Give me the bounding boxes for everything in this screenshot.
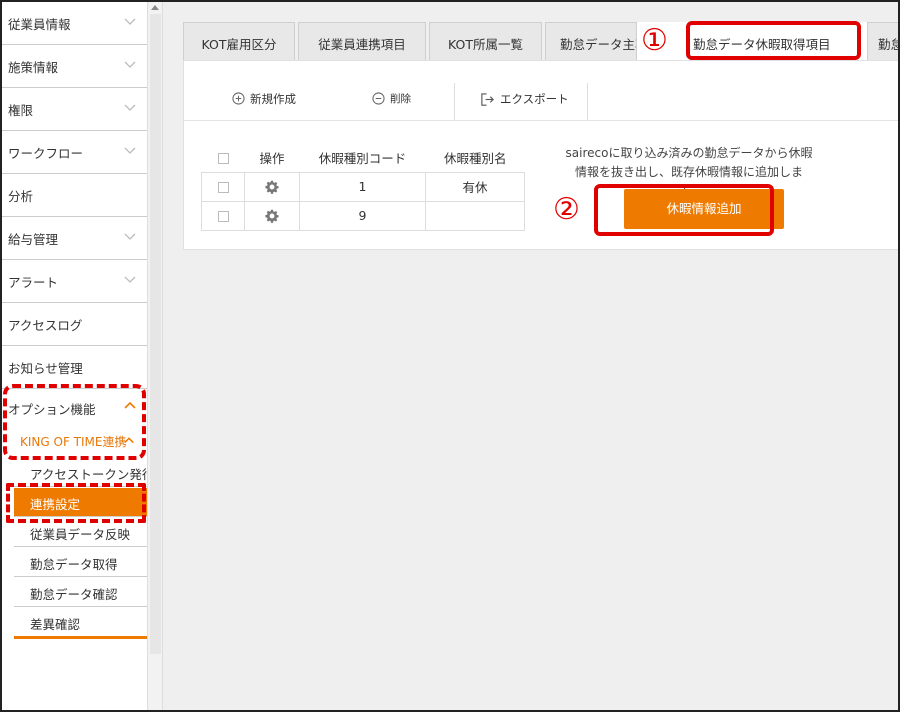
chevron-down-icon [124, 147, 136, 154]
description-line: sairecoに取り込み済みの勤怠データから休暇 [565, 146, 813, 160]
delete-button[interactable]: 削除 [364, 83, 454, 121]
leave-type-table: 操作 休暇種別コード 休暇種別名 1 有休 9 [201, 144, 525, 231]
plus-circle-icon [232, 92, 245, 105]
sidebar-item-access-log[interactable]: アクセスログ [2, 303, 147, 346]
minus-circle-icon [372, 92, 385, 105]
select-all-checkbox[interactable] [217, 153, 229, 165]
annotation-highlight-button [594, 184, 774, 236]
table-row: 1 有休 [201, 171, 525, 202]
sidebar-item-label: 従業員情報 [8, 17, 71, 32]
sidebar-item-label: 分析 [8, 189, 34, 204]
sidebar-item-analytics[interactable]: 分析 [2, 174, 147, 217]
sidebar-item-label: アクセスログ [8, 318, 83, 333]
sidebar-item-employee-info[interactable]: 従業員情報 [2, 2, 147, 45]
sidebar-item-label: 権限 [8, 103, 34, 118]
sidebar-subitem-label: アクセストークン発行 [30, 467, 147, 482]
tab-label: 従業員連携項目 [318, 37, 406, 52]
tab-label: KOT所属一覧 [448, 37, 523, 52]
scroll-thumb[interactable] [150, 14, 161, 654]
sidebar-item-label: 施策情報 [8, 60, 59, 75]
export-button[interactable]: エクスポート [464, 83, 584, 121]
sidebar-subitem-label: 勤怠データ確認 [30, 587, 118, 602]
sidebar-item-payroll[interactable]: 給与管理 [2, 217, 147, 260]
chevron-down-icon [124, 104, 136, 111]
export-icon [481, 93, 494, 106]
sidebar: 従業員情報 施策情報 権限 ワークフロー 分析 給与管理 アラート アクセスログ [2, 2, 147, 710]
column-header: 操作 [244, 144, 300, 173]
toolbar-divider [454, 83, 455, 121]
gear-icon[interactable] [265, 209, 279, 224]
annotation-highlight-tab [686, 21, 861, 60]
toolbar-underline [184, 120, 898, 121]
sidebar-item-permissions[interactable]: 権限 [2, 88, 147, 131]
sidebar-item-label: お知らせ管理 [8, 361, 83, 376]
leave-name-cell: 有休 [425, 171, 525, 202]
row-select-cell[interactable] [201, 171, 245, 202]
sidebar-item-label: ワークフロー [8, 146, 84, 161]
column-header: 休暇種別名 [425, 144, 525, 173]
annotation-step1: ① [641, 23, 668, 58]
sidebar-item-workflow[interactable]: ワークフロー [2, 131, 147, 174]
column-header: 休暇種別コード [299, 144, 426, 173]
annotation-highlight-options [3, 384, 146, 460]
tab-kot-employment[interactable]: KOT雇用区分 [183, 22, 295, 60]
table-header-row: 操作 休暇種別コード 休暇種別名 [201, 144, 525, 173]
export-button-label: エクスポート [500, 92, 569, 106]
sidebar-item-alerts[interactable]: アラート [2, 260, 147, 303]
tab-label: 勤怠 [878, 37, 898, 52]
tab-employee-fields[interactable]: 従業員連携項目 [298, 22, 426, 60]
leave-code-cell: 9 [299, 200, 426, 231]
row-checkbox[interactable] [217, 211, 229, 222]
window-frame: 従業員情報 施策情報 権限 ワークフロー 分析 給与管理 アラート アクセスログ [0, 0, 900, 712]
leave-name-cell [425, 200, 525, 231]
tab-label: KOT雇用区分 [201, 37, 277, 52]
row-checkbox[interactable] [217, 182, 229, 193]
chevron-down-icon [124, 61, 136, 68]
tab-attendance-main[interactable]: 勤怠データ主項 [545, 22, 637, 60]
delete-button-label: 削除 [390, 93, 411, 105]
tab-kot-departments[interactable]: KOT所属一覧 [429, 22, 542, 60]
row-select-cell[interactable] [201, 200, 245, 231]
sidebar-divider [14, 636, 147, 639]
sidebar-subitem-diff-check[interactable]: 差異確認 [14, 608, 147, 637]
gear-icon[interactable] [265, 180, 279, 195]
scroll-up-arrow-icon[interactable] [151, 5, 159, 10]
sidebar-subitem-label: 従業員データ反映 [30, 527, 131, 542]
sidebar-subitem-attendance-fetch[interactable]: 勤怠データ取得 [14, 548, 147, 577]
sidebar-scrollbar[interactable] [147, 2, 163, 710]
sidebar-item-label: 給与管理 [8, 232, 59, 247]
table-row: 9 [201, 200, 525, 231]
sidebar-item-label: アラート [8, 275, 59, 290]
chevron-down-icon [124, 276, 136, 283]
sidebar-subitem-label: 勤怠データ取得 [30, 557, 118, 572]
annotation-step2: ② [553, 192, 580, 227]
toolbar-divider [587, 83, 588, 121]
leave-code-cell: 1 [299, 171, 426, 202]
tab-panel: 新規作成 削除 エクスポート 操作 休暇種別コード 休暇種別名 1 有休 9 s… [183, 60, 898, 250]
sidebar-subitem-attendance-check[interactable]: 勤怠データ確認 [14, 578, 147, 607]
chevron-down-icon [124, 18, 136, 25]
sidebar-subitem-label: 差異確認 [30, 617, 81, 632]
select-all-cell[interactable] [201, 144, 245, 173]
sidebar-item-notices[interactable]: お知らせ管理 [2, 346, 147, 389]
new-button-label: 新規作成 [250, 92, 296, 106]
annotation-highlight-settings [6, 483, 146, 523]
chevron-down-icon [124, 233, 136, 240]
row-action-cell[interactable] [244, 200, 300, 231]
tab-attendance-more[interactable]: 勤怠 [867, 22, 898, 60]
new-button[interactable]: 新規作成 [224, 83, 354, 121]
row-action-cell[interactable] [244, 171, 300, 202]
tab-label: 勤怠データ主項 [560, 37, 636, 52]
main-content: KOT雇用区分 従業員連携項目 KOT所属一覧 勤怠データ主項 勤怠データ休暇取… [163, 2, 898, 710]
sidebar-item-measures[interactable]: 施策情報 [2, 45, 147, 88]
